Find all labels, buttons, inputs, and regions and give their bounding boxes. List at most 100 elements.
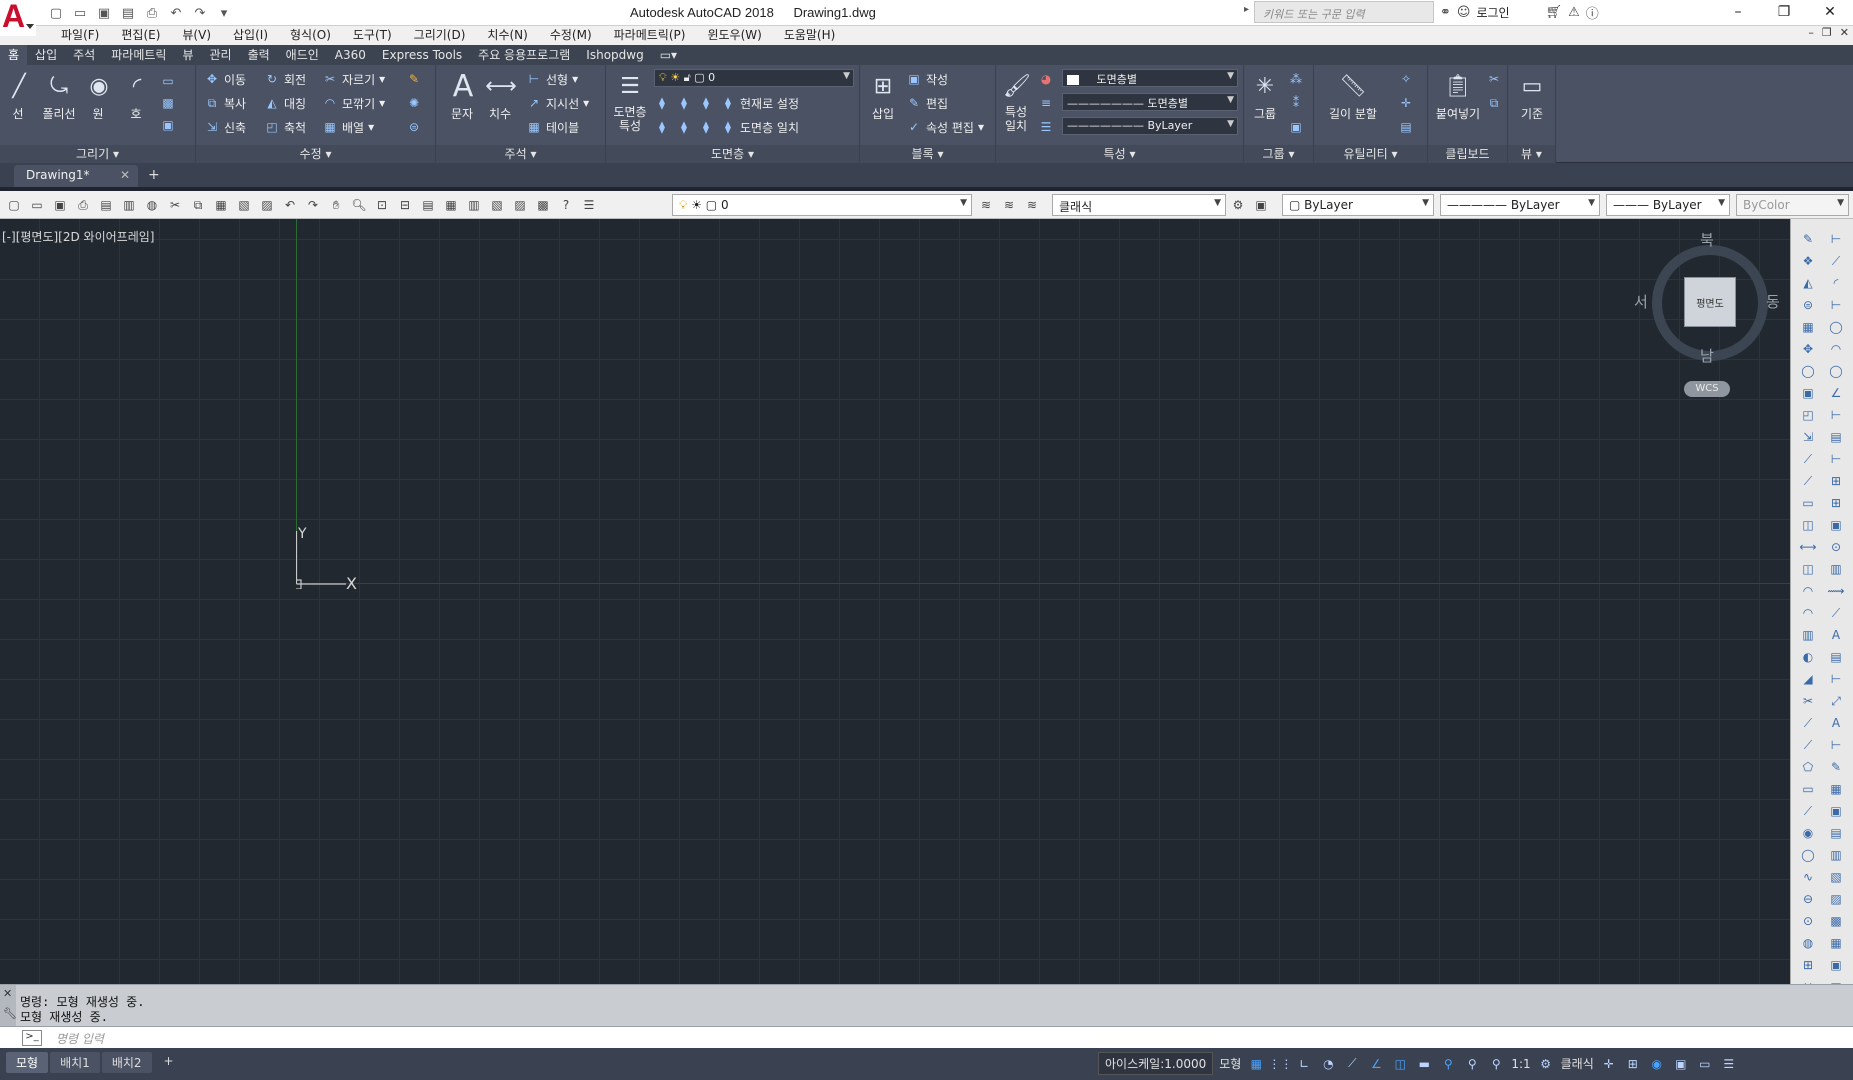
linetype-icon-button[interactable]: ≡	[1038, 93, 1054, 113]
panel-properties-title[interactable]: 특성 ▾	[996, 145, 1243, 163]
dwf-icon[interactable]: ◍	[142, 195, 162, 215]
undo-icon[interactable]: ↶	[166, 3, 186, 23]
cart-icon[interactable]: 🛒︎	[1546, 5, 1563, 20]
menu-item[interactable]: 파라메트릭(P)	[603, 27, 697, 44]
help-icon[interactable]: ?	[556, 195, 576, 215]
draw-tool-icon[interactable]: ▥	[1825, 559, 1847, 579]
hatch-button[interactable]: ▩	[160, 93, 176, 113]
modify-tool-icon[interactable]: ◯	[1797, 361, 1819, 381]
draw-tool-icon[interactable]: A	[1825, 625, 1847, 645]
minimize-button[interactable]: –	[1715, 0, 1761, 24]
ribbon-tab[interactable]: 뷰	[174, 45, 201, 65]
modify-tool-icon[interactable]: ⟋	[1797, 801, 1819, 821]
pan-icon[interactable]: ✋︎	[326, 195, 346, 215]
layer-previous-icon[interactable]: ≋	[976, 195, 996, 215]
draw-tool-icon[interactable]: ◠	[1825, 339, 1847, 359]
draw-tool-icon[interactable]: ◯	[1825, 361, 1847, 381]
cut-icon[interactable]: ✂	[165, 195, 185, 215]
mirror-button[interactable]: ◭ 대칭	[264, 93, 306, 113]
modify-tool-icon[interactable]: ⊜	[1797, 295, 1819, 315]
panel-layers-title[interactable]: 도면층 ▾	[606, 145, 859, 163]
plot-icon[interactable]: ⎙	[142, 3, 162, 23]
tool-palettes-icon[interactable]: ▥	[464, 195, 484, 215]
draw-tool-icon[interactable]: ▤	[1825, 823, 1847, 843]
layer-tool-5[interactable]: ⧫	[676, 117, 692, 137]
create-block-button[interactable]: ▣ 작성	[906, 69, 948, 89]
modify-tool-icon[interactable]: ⊙	[1797, 911, 1819, 931]
make-current-icon[interactable]: ≋	[999, 195, 1019, 215]
ribbon-tab[interactable]: 주요 응용프로그램	[470, 45, 578, 65]
color-dropdown[interactable]: 도면층별 ▼	[1062, 69, 1238, 87]
draw-tool-icon[interactable]: ▩	[1825, 911, 1847, 931]
menu-item[interactable]: 수정(M)	[539, 27, 603, 44]
modify-tool-icon[interactable]: ⇲	[1797, 427, 1819, 447]
layer-state-icon[interactable]: ≋	[1022, 195, 1042, 215]
copy-icon[interactable]: ⧉	[188, 195, 208, 215]
zoom-realtime-icon[interactable]: 🔍︎	[349, 195, 369, 215]
layer-dropdown-classic[interactable]: 💡︎ ☀ ▢ 0 ▼	[672, 194, 972, 216]
isodraft-icon[interactable]: ⟋	[1343, 1055, 1361, 1073]
auto-scale-icon[interactable]: ⚲	[1463, 1055, 1481, 1073]
gear-icon[interactable]: ⚙	[1228, 195, 1248, 215]
draw-tool-icon[interactable]: ▨	[1825, 889, 1847, 909]
rotate-button[interactable]: ↻ 회전	[264, 69, 306, 89]
maximize-button[interactable]: ❐	[1761, 0, 1807, 24]
command-bar-grip[interactable]: ✕ 🔧︎	[0, 985, 17, 1027]
draw-tool-icon[interactable]: ⊢	[1825, 669, 1847, 689]
annotation-scale[interactable]: 아이스케일:1.0000	[1098, 1052, 1214, 1075]
modify-tool-icon[interactable]: ⟋	[1797, 471, 1819, 491]
panel-clipboard-title[interactable]: 클립보드	[1428, 145, 1507, 163]
plot-icon[interactable]: ⎙	[73, 195, 93, 215]
ortho-icon[interactable]: ∟	[1295, 1055, 1313, 1073]
ungroup-button[interactable]: ⁂	[1288, 69, 1304, 89]
modify-tool-icon[interactable]: ◠	[1797, 603, 1819, 623]
panel-groups-title[interactable]: 그룹 ▾	[1244, 145, 1313, 163]
layer-tool-3[interactable]: ⧫	[698, 93, 714, 113]
ribbon-tab[interactable]: 애드인	[278, 45, 327, 65]
search-input[interactable]: 키워드 또는 구문 입력	[1254, 1, 1434, 23]
menu-item[interactable]: 도구(T)	[342, 27, 403, 44]
calculator-icon[interactable]: ▩	[533, 195, 553, 215]
doc-minimize-button[interactable]: –	[1808, 26, 1814, 39]
draw-tool-icon[interactable]: ⊢	[1825, 405, 1847, 425]
markup-icon[interactable]: ▨	[510, 195, 530, 215]
draw-tool-icon[interactable]: ⊞	[1825, 471, 1847, 491]
paste-icon[interactable]: ▦	[211, 195, 231, 215]
polar-icon[interactable]: ◔	[1319, 1055, 1337, 1073]
viewcube-face-top[interactable]: 평면도	[1684, 277, 1736, 327]
move-button[interactable]: ✥ 이동	[204, 69, 246, 89]
paste-button[interactable]: 📋︎ 붙여넣기	[1434, 69, 1482, 122]
layer-match-button[interactable]: ⧫ 도면층 일치	[720, 117, 799, 137]
menu-item[interactable]: 파일(F)	[50, 27, 110, 44]
modify-tool-icon[interactable]: ✥	[1797, 339, 1819, 359]
layout-tab-1[interactable]: 배치1	[50, 1052, 100, 1073]
viewport-scale[interactable]: 1:1	[1511, 1057, 1530, 1071]
close-icon[interactable]: ✕	[3, 987, 12, 1000]
copy-button[interactable]: ⧉ 복사	[204, 93, 246, 113]
text-button[interactable]: A 문자	[446, 69, 478, 122]
match-properties-icon[interactable]: ▧	[234, 195, 254, 215]
units-icon[interactable]: ⊞	[1624, 1055, 1642, 1073]
layer-tool-1[interactable]: ⧫	[654, 93, 670, 113]
menu-item[interactable]: 편집(E)	[110, 27, 171, 44]
exchange-icon[interactable]: ⚠︎	[1568, 5, 1580, 20]
new-file-icon[interactable]: ▢	[4, 195, 24, 215]
open-file-icon[interactable]: ▭	[70, 3, 90, 23]
modify-tool-icon[interactable]: ▦	[1797, 317, 1819, 337]
modify-tool-icon[interactable]: ⟷	[1797, 537, 1819, 557]
modify-tool-icon[interactable]: ◠	[1797, 581, 1819, 601]
customization-icon[interactable]: ☰	[1720, 1055, 1738, 1073]
scale-button[interactable]: ◰ 축척	[264, 117, 306, 137]
annotation-visibility-icon[interactable]: ⚲	[1439, 1055, 1457, 1073]
trim-button[interactable]: ✂ 자르기 ▾	[322, 69, 385, 89]
doc-restore-button[interactable]: ❐	[1822, 26, 1832, 39]
menu-item[interactable]: 삽입(I)	[222, 27, 279, 44]
panel-modify-title[interactable]: 수정 ▾	[196, 145, 435, 163]
command-input[interactable]: 명령 입력	[56, 1030, 104, 1047]
draw-tool-icon[interactable]: ✎	[1825, 757, 1847, 777]
modify-tool-icon[interactable]: ▣	[1797, 383, 1819, 403]
draw-tool-icon[interactable]: ▣	[1825, 515, 1847, 535]
draw-tool-icon[interactable]: A	[1825, 713, 1847, 733]
make-current-button[interactable]: ⧫ 현재로 설정	[720, 93, 799, 113]
modify-tool-icon[interactable]: ◍	[1797, 933, 1819, 953]
